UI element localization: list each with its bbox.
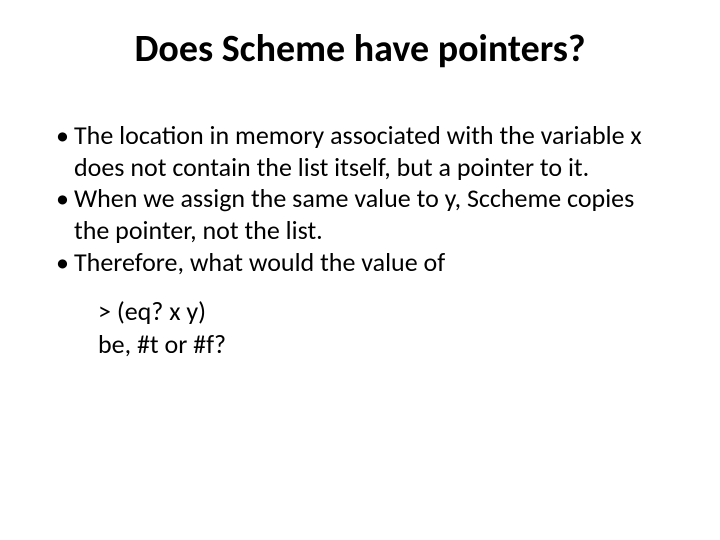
bullet-item: • Therefore, what would the value of bbox=[56, 247, 670, 279]
bullet-item: • The location in memory associated with… bbox=[56, 120, 670, 183]
bullet-item: • When we assign the same value to y, Sc… bbox=[56, 183, 670, 246]
bullet-list: • The location in memory associated with… bbox=[56, 120, 670, 279]
code-block: > (eq? x y) be, #t or #f? bbox=[98, 295, 670, 362]
bullet-dot-icon: • bbox=[56, 120, 74, 152]
bullet-dot-icon: • bbox=[56, 247, 74, 279]
code-line: be, #t or #f? bbox=[98, 328, 670, 361]
code-line: > (eq? x y) bbox=[98, 295, 670, 328]
slide-title: Does Scheme have pointers? bbox=[50, 26, 670, 72]
bullet-text: When we assign the same value to y, Scch… bbox=[74, 183, 670, 246]
slide: Does Scheme have pointers? • The locatio… bbox=[0, 0, 720, 540]
bullet-dot-icon: • bbox=[56, 183, 74, 215]
bullet-text: The location in memory associated with t… bbox=[74, 120, 670, 183]
bullet-text: Therefore, what would the value of bbox=[74, 247, 670, 279]
